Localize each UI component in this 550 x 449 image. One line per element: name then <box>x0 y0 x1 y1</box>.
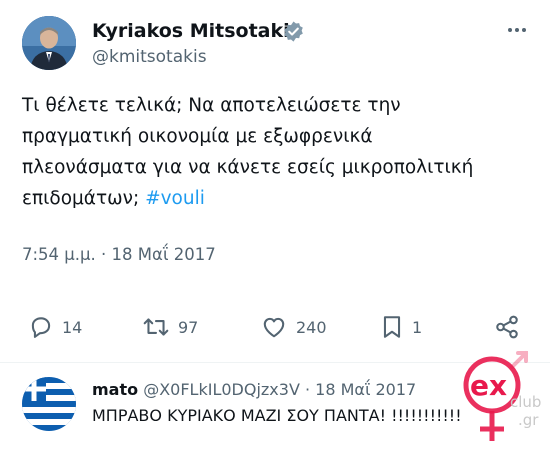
tweet-timestamp[interactable]: 7:54 μ.μ. · 18 Μαΐ 2017 <box>22 245 216 264</box>
bookmark-icon <box>380 314 404 340</box>
reply-author-name[interactable]: mato <box>92 380 138 399</box>
like-button[interactable]: 240 <box>260 312 327 342</box>
retweet-icon <box>142 314 170 340</box>
retweet-count: 97 <box>178 317 199 337</box>
reply-header: mato @X0FLkIL0DQjzx3V · 18 Μαΐ 2017 <box>92 380 416 399</box>
tweet-text-last: επιδομάτων; <box>22 188 140 209</box>
like-icon <box>260 314 288 340</box>
reply-icon <box>28 314 54 340</box>
verified-badge-icon <box>282 20 305 43</box>
reply-text: ΜΠΡΑΒΟ ΚΥΡΙΑΚΟ ΜΑΖΙ ΣΟΥ ΠΑΝΤΑ! !!!!!!!!!… <box>92 406 462 425</box>
reply-avatar[interactable] <box>22 377 76 431</box>
reply-count: 14 <box>62 317 83 337</box>
share-icon <box>494 314 520 340</box>
tweet-text-line: επιδομάτων; #vouli <box>22 183 537 214</box>
tweet-text-line: Τι θέλετε τελικά; Να αποτελειώσετε την <box>22 95 401 116</box>
watermark-ex: ex <box>470 369 507 402</box>
author-name[interactable]: Kyriakos Mitsotakis <box>92 20 301 42</box>
like-count: 240 <box>296 317 327 337</box>
share-button[interactable] <box>494 312 520 342</box>
reply-button[interactable]: 14 <box>28 312 82 342</box>
more-options-icon[interactable] <box>505 20 529 40</box>
exclub-watermark: ex club .gr <box>440 345 548 445</box>
reply-separator: · <box>304 380 311 399</box>
watermark-gr: .gr <box>518 411 539 429</box>
author-avatar[interactable] <box>22 16 76 70</box>
tweet-text: Τι θέλετε τελικά; Να αποτελειώσετε την π… <box>22 90 537 214</box>
action-bar: 14 97 240 1 <box>0 312 550 342</box>
reply-author-handle[interactable]: @X0FLkIL0DQjzx3V <box>143 380 300 399</box>
retweet-button[interactable]: 97 <box>142 312 198 342</box>
hashtag-link[interactable]: #vouli <box>145 188 205 209</box>
bookmark-count: 1 <box>412 317 423 337</box>
tweet-text-line: πλεονάσματα για να κάνετε εσείς μικροπολ… <box>22 157 474 178</box>
tweet-text-line: πραγματική οικονομία με εξωφρενικά <box>22 126 373 147</box>
reply-date[interactable]: 18 Μαΐ 2017 <box>315 380 416 399</box>
watermark-club: club <box>510 393 541 411</box>
bookmark-button[interactable]: 1 <box>380 312 422 342</box>
author-handle[interactable]: @kmitsotakis <box>92 47 207 67</box>
greek-flag-avatar <box>22 377 76 431</box>
